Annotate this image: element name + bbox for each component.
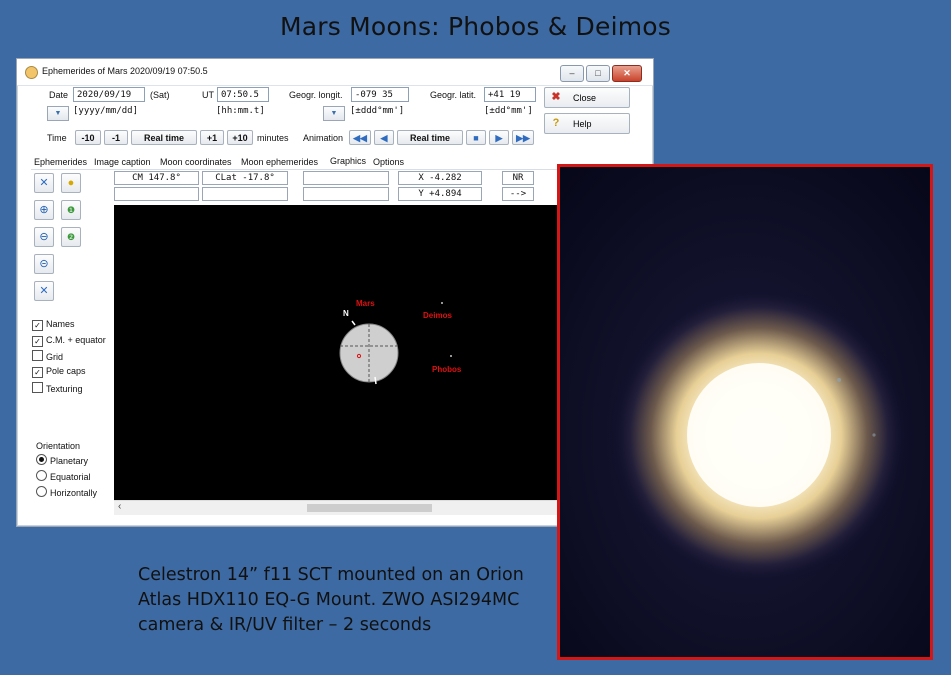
scroll-left-icon[interactable]: ‹ — [118, 501, 121, 512]
anim-realtime-button[interactable]: Real time — [397, 130, 463, 145]
anim-fast-forward-icon[interactable]: ▶▶ — [512, 130, 534, 145]
help-bulb-icon: ? — [552, 117, 560, 129]
clat-readout: CLat -17.8° — [202, 171, 288, 185]
blank-readout-2 — [114, 187, 199, 201]
names-checkbox[interactable]: ✓ Names — [32, 319, 75, 331]
caption-line-3: camera & IR/UV filter – 2 seconds — [138, 615, 432, 635]
tool-moon2-button[interactable]: ❷ — [61, 227, 81, 247]
mars-core — [687, 363, 831, 507]
latit-format-hint: [±dd°mm'] — [484, 106, 533, 116]
cm-readout: CM 147.8° — [114, 171, 199, 185]
tool-zoom-out-button[interactable]: ⊖ — [34, 227, 54, 247]
tool-moon1-button[interactable]: ❶ — [61, 200, 81, 220]
caption-line-2: Atlas HDX110 EQ-G Mount. ZWO ASI294MC — [138, 590, 520, 610]
app-icon — [25, 66, 38, 79]
horizontal-scrollbar[interactable]: ‹ — [114, 500, 558, 515]
slide-title: Mars Moons: Phobos & Deimos — [280, 12, 671, 41]
deimos-dot — [441, 302, 443, 304]
deimos-label: Deimos — [423, 311, 452, 320]
longit-input[interactable]: -079 35 — [351, 87, 409, 102]
anim-stop-icon[interactable]: ■ — [466, 130, 486, 145]
help-button[interactable]: ? Help — [544, 113, 630, 134]
texturing-checkbox[interactable]: Texturing — [32, 382, 83, 394]
deimos-speck — [837, 378, 841, 382]
slide-caption: Celestron 14” f11 SCT mounted on an Orio… — [138, 563, 558, 638]
longit-dropdown-button[interactable]: ▼ — [323, 106, 345, 121]
x-readout: X -4.282 — [398, 171, 482, 185]
tool-reset-zoom-button[interactable]: ⊝ — [34, 254, 54, 274]
minimize-button[interactable]: – — [560, 65, 584, 82]
tab-divider — [31, 169, 561, 170]
pole-caps-checkbox[interactable]: ✓ Pole caps — [32, 366, 86, 378]
animation-label: Animation — [303, 133, 344, 143]
south-pole-cap — [374, 376, 377, 385]
date-label: Date — [49, 90, 69, 100]
time-minus1-button[interactable]: -1 — [104, 130, 128, 145]
arrow-button[interactable]: --> — [502, 187, 534, 201]
check-icon: ✓ — [32, 320, 43, 331]
date-dropdown-button[interactable]: ▼ — [47, 106, 69, 121]
window-close-button[interactable]: ✕ — [612, 65, 642, 82]
phobos-dot — [450, 355, 452, 357]
phobos-speck — [872, 433, 876, 437]
tab-options[interactable]: Options — [373, 157, 404, 167]
mars-label: Mars — [356, 299, 375, 308]
ut-input[interactable]: 07:50.5 — [217, 87, 269, 102]
latit-label: Geogr. latit. — [430, 90, 477, 100]
ut-label: UT — [202, 90, 214, 100]
mars-system-diagram: Mars Deimos Phobos N — [339, 299, 462, 385]
blank-readout — [303, 171, 389, 185]
north-pole-tick — [351, 320, 356, 326]
tool-zoom-in-button[interactable]: ⊕ — [34, 200, 54, 220]
longit-format-hint: [±ddd°mm'] — [350, 106, 405, 116]
date-format-hint: [yyyy/mm/dd] — [73, 106, 139, 116]
time-plus10-button[interactable]: +10 — [227, 130, 253, 145]
longit-label: Geogr. longit. — [289, 90, 343, 100]
maximize-button[interactable]: □ — [586, 65, 610, 82]
graphics-canvas[interactable]: Mars Deimos Phobos N — [114, 205, 558, 500]
cm-equator-checkbox[interactable]: ✓ C.M. + equator — [32, 335, 106, 347]
anim-step-back-icon[interactable]: ◀ — [374, 130, 394, 145]
check-icon: ✓ — [32, 336, 43, 347]
scrollbar-thumb[interactable] — [307, 504, 432, 512]
date-day: (Sat) — [150, 90, 170, 100]
horizontally-radio[interactable]: Horizontally — [36, 486, 97, 498]
nr-button[interactable]: NR — [502, 171, 534, 185]
time-plus1-button[interactable]: +1 — [200, 130, 224, 145]
time-label: Time — [47, 133, 67, 143]
check-icon: ✓ — [32, 367, 43, 378]
tab-moon-coordinates[interactable]: Moon coordinates — [160, 157, 232, 167]
anim-step-forward-icon[interactable]: ▶ — [489, 130, 509, 145]
tab-moon-ephemerides[interactable]: Moon ephemerides — [241, 157, 318, 167]
tab-graphics[interactable]: Graphics — [330, 156, 366, 166]
anim-fast-back-icon[interactable]: ◀◀ — [349, 130, 371, 145]
blank-readout-3 — [202, 187, 288, 201]
tool-sun-button[interactable]: ● — [61, 173, 81, 193]
grid-checkbox[interactable]: Grid — [32, 350, 63, 362]
blank-readout-4 — [303, 187, 389, 201]
phobos-label: Phobos — [432, 365, 462, 374]
mars-telescope-photo — [557, 164, 933, 660]
tool-center-button[interactable]: ✕ — [34, 281, 54, 301]
time-minus10-button[interactable]: -10 — [75, 130, 101, 145]
tool-crosshair-button[interactable]: ✕ — [34, 173, 54, 193]
latit-input[interactable]: +41 19 — [484, 87, 536, 102]
time-realtime-button[interactable]: Real time — [131, 130, 197, 145]
north-label: N — [343, 309, 349, 318]
mars-disk — [339, 320, 399, 385]
mars-glow-image — [560, 167, 930, 657]
minutes-label: minutes — [257, 133, 289, 143]
close-x-icon: ✖ — [551, 91, 561, 103]
caption-line-1: Celestron 14” f11 SCT mounted on an Orio… — [138, 565, 524, 585]
y-readout: Y +4.894 — [398, 187, 482, 201]
planetary-radio[interactable]: Planetary — [36, 454, 88, 466]
equatorial-radio[interactable]: Equatorial — [36, 470, 91, 482]
tab-ephemerides[interactable]: Ephemerides — [34, 157, 87, 167]
date-input[interactable]: 2020/09/19 — [73, 87, 145, 102]
window-titlebar[interactable]: Ephemerides of Mars 2020/09/19 07:50.5 –… — [17, 59, 653, 86]
tab-image-caption[interactable]: Image caption — [94, 157, 151, 167]
ut-format-hint: [hh:mm.t] — [216, 106, 265, 116]
window-title: Ephemerides of Mars 2020/09/19 07:50.5 — [42, 66, 208, 76]
close-button[interactable]: ✖ Close — [544, 87, 630, 108]
